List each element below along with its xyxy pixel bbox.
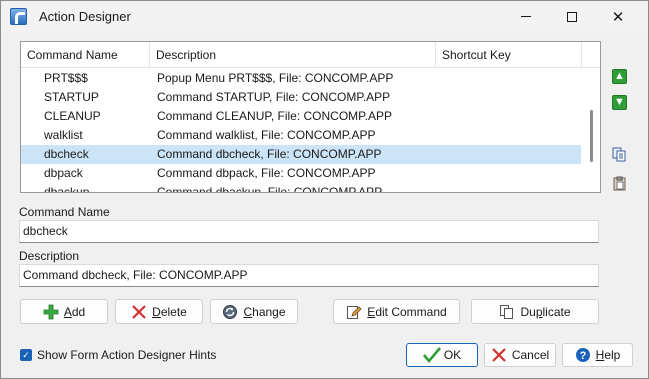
table-row[interactable]: CLEANUP Command CLEANUP, File: CONCOMP.AP… xyxy=(21,107,581,126)
command-name-cell: dbpack xyxy=(44,166,83,180)
table-row[interactable]: PRT$$$ Popup Menu PRT$$$, File: CONCOMP.A… xyxy=(21,69,581,88)
duplicate-button[interactable]: Duplicate xyxy=(471,299,599,324)
minimize-button[interactable] xyxy=(503,1,549,32)
copy-icon[interactable] xyxy=(612,147,627,162)
list-scrollbar[interactable] xyxy=(582,68,600,192)
table-row[interactable]: STARTUP Command STARTUP, File: CONCOMP.AP… xyxy=(21,88,581,107)
help-label: elp xyxy=(604,348,621,362)
description-cell: Command dbcheck, File: CONCOMP.APP xyxy=(157,147,382,161)
delete-button[interactable]: Delete xyxy=(115,299,203,324)
delete-button-hotkey: D xyxy=(152,304,161,319)
command-list[interactable]: Command Name Description Shortcut Key PR… xyxy=(20,41,601,193)
description-field[interactable]: Command dbcheck, File: CONCOMP.APP xyxy=(19,264,599,287)
paste-icon[interactable] xyxy=(612,176,627,191)
table-row[interactable]: dbpack Command dbpack, File: CONCOMP.APP xyxy=(21,164,581,183)
maximize-icon xyxy=(567,11,577,22)
minimize-icon xyxy=(521,16,531,17)
edit-command-label: dit Command xyxy=(375,304,447,319)
close-icon: ✕ xyxy=(611,8,625,26)
close-button[interactable]: ✕ xyxy=(595,1,641,32)
description-cell: Command dbackup, File: CONCOMP.APP xyxy=(157,185,383,193)
command-name-cell: dbcheck xyxy=(44,147,89,161)
ok-check-icon xyxy=(422,347,441,364)
move-down-icon[interactable]: ▼ xyxy=(612,95,627,110)
delete-icon xyxy=(131,304,147,320)
command-name-cell: walklist xyxy=(44,128,83,142)
command-name-cell: dbackup xyxy=(44,185,90,193)
add-button-hotkey: A xyxy=(63,304,72,319)
add-button[interactable]: Add xyxy=(20,299,108,324)
add-icon xyxy=(43,304,59,320)
delete-button-label: elete xyxy=(160,304,187,319)
cancel-label: Cancel xyxy=(511,348,550,362)
cancel-button[interactable]: Cancel xyxy=(484,343,556,367)
command-name-cell: PRT$$$ xyxy=(44,71,88,85)
command-name-field[interactable]: dbcheck xyxy=(19,220,599,243)
svg-text:?: ? xyxy=(579,350,586,362)
list-header: Command Name Description Shortcut Key xyxy=(21,42,600,68)
command-name-cell: CLEANUP xyxy=(44,109,101,123)
description-cell: Command walklist, File: CONCOMP.APP xyxy=(157,128,376,142)
ok-label: OK xyxy=(443,348,462,362)
action-designer-window: Action Designer ✕ Command Name Descripti… xyxy=(0,0,649,379)
edit-icon xyxy=(346,304,362,320)
table-row[interactable]: dbcheck Command dbcheck, File: CONCOMP.AP… xyxy=(21,145,581,164)
column-header-shortcut-key[interactable]: Shortcut Key xyxy=(436,42,582,68)
app-icon xyxy=(10,8,27,25)
description-cell: Command STARTUP, File: CONCOMP.APP xyxy=(157,90,391,104)
help-button[interactable]: ? Help xyxy=(562,343,633,367)
maximize-button[interactable] xyxy=(549,1,595,32)
description-cell: Command CLEANUP, File: CONCOMP.APP xyxy=(157,109,392,123)
duplicate-hotkey: p xyxy=(535,304,543,319)
scrollbar-thumb[interactable] xyxy=(590,110,593,162)
description-cell: Command dbpack, File: CONCOMP.APP xyxy=(157,166,376,180)
hints-checkbox-label[interactable]: Show Form Action Designer Hints xyxy=(37,348,216,362)
duplicate-label-rest: licate xyxy=(542,304,571,319)
change-button-hotkey: C xyxy=(243,304,253,319)
hints-checkbox[interactable]: ✓ xyxy=(20,349,32,361)
move-up-icon[interactable]: ▲ xyxy=(612,69,627,84)
title-bar: Action Designer ✕ xyxy=(1,1,648,32)
table-row[interactable]: dbackup Command dbackup, File: CONCOMP.AP… xyxy=(21,183,581,193)
cancel-x-icon xyxy=(491,347,507,363)
change-icon xyxy=(222,304,238,320)
help-icon: ? xyxy=(575,347,591,363)
duplicate-icon xyxy=(499,304,515,320)
window-title: Action Designer xyxy=(39,9,131,24)
description-label: Description xyxy=(19,249,80,263)
column-header-description[interactable]: Description xyxy=(150,42,436,68)
add-button-label: dd xyxy=(71,304,86,319)
change-button[interactable]: Change xyxy=(210,299,298,324)
duplicate-label-pre: Du xyxy=(520,304,536,319)
table-row[interactable]: walklist Command walklist, File: CONCOMP.… xyxy=(21,126,581,145)
column-header-command-name[interactable]: Command Name xyxy=(21,42,150,68)
command-name-label: Command Name xyxy=(19,205,110,219)
change-button-label: hange xyxy=(252,304,286,319)
edit-command-button[interactable]: Edit Command xyxy=(333,299,460,324)
command-name-cell: STARTUP xyxy=(44,90,99,104)
ok-button[interactable]: OK xyxy=(406,343,478,367)
description-cell: Popup Menu PRT$$$, File: CONCOMP.APP xyxy=(157,71,394,85)
